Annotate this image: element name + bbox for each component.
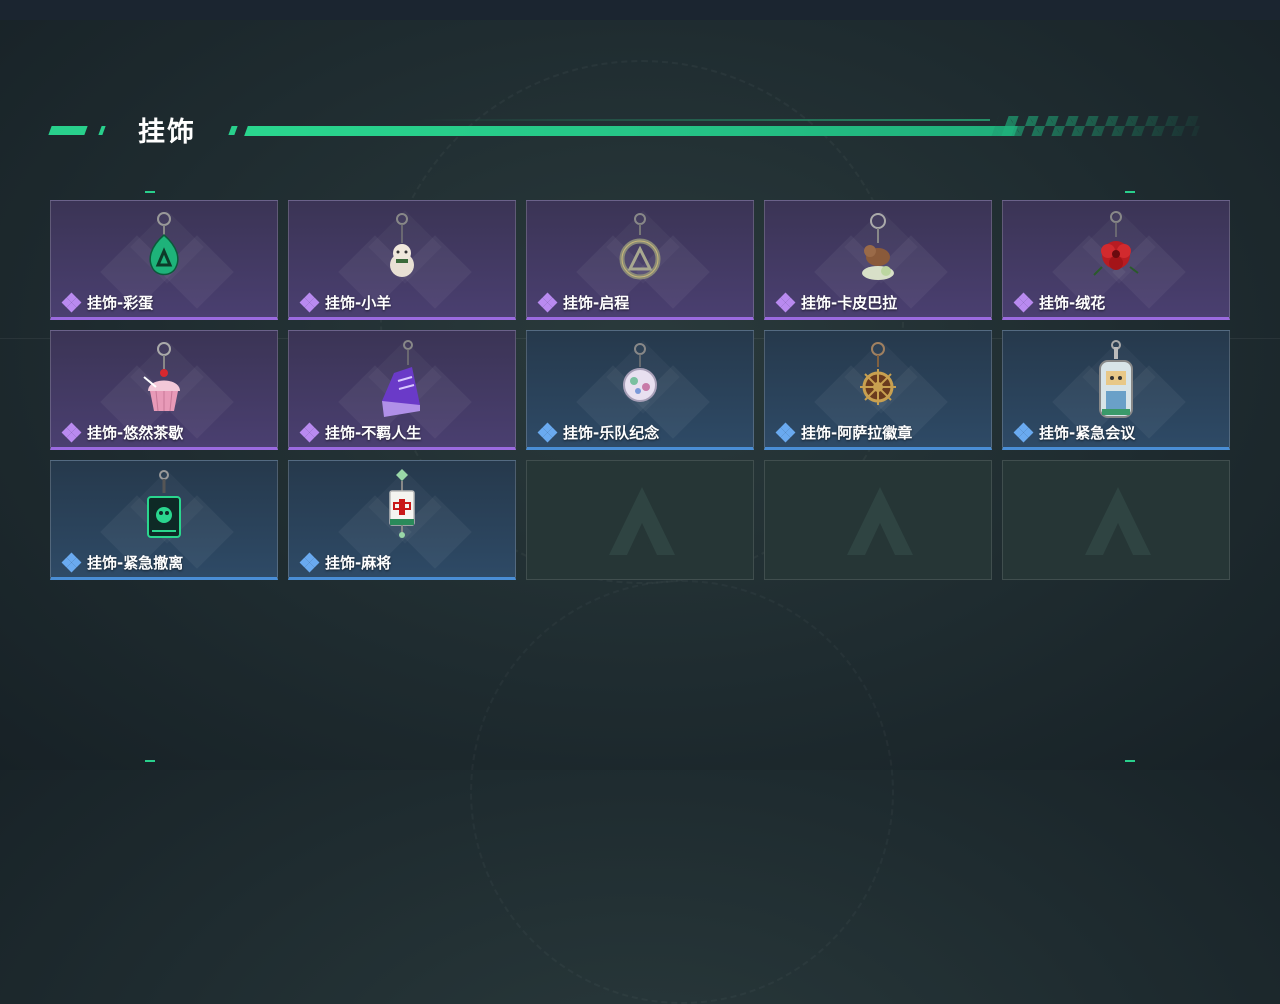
charm-name: 挂饰-麻将	[325, 554, 392, 572]
badge-charm-icon	[623, 343, 657, 402]
card-label: 挂饰-悠然茶歇	[61, 422, 183, 443]
header-accent	[48, 126, 88, 135]
rarity-diamond-icon	[61, 552, 83, 572]
charm-name: 挂饰-悠然茶歇	[87, 424, 184, 442]
charm-card[interactable]: 挂饰-麻将	[288, 460, 516, 580]
sneaker-charm-icon	[382, 340, 420, 417]
header-accent	[98, 126, 106, 135]
charm-name: 挂饰-彩蛋	[87, 294, 154, 312]
corner-tick	[1125, 760, 1135, 762]
robot-charm-icon	[1099, 340, 1133, 418]
background-decoration	[470, 580, 894, 1004]
charm-name: 挂饰-乐队纪念	[563, 424, 660, 442]
charm-card[interactable]: 挂饰-紧急撤离	[50, 460, 278, 580]
card-label: 挂饰-小羊	[299, 292, 391, 313]
card-label: 挂饰-绒花	[1013, 292, 1105, 313]
card-label: 挂饰-紧急会议	[1013, 422, 1135, 443]
corner-tick	[145, 191, 155, 193]
card-label: 挂饰-卡皮巴拉	[775, 292, 897, 313]
rarity-diamond-icon	[61, 292, 83, 312]
charm-name: 挂饰-紧急会议	[1039, 424, 1136, 442]
charm-name: 挂饰-紧急撤离	[87, 554, 184, 572]
card-label: 挂饰-紧急撤离	[61, 552, 183, 573]
game-logo-icon	[609, 487, 675, 555]
corner-tick	[1125, 191, 1135, 193]
rarity-diamond-icon	[775, 292, 797, 312]
top-bar	[0, 0, 1280, 20]
header-bar	[244, 126, 1018, 136]
charm-card[interactable]: 挂饰-乐队纪念	[526, 330, 754, 450]
card-label: 挂饰-乐队纪念	[537, 422, 659, 443]
rarity-diamond-icon	[537, 292, 559, 312]
card-label: 挂饰-麻将	[299, 552, 391, 573]
rarity-diamond-icon	[299, 292, 321, 312]
charm-card[interactable]: 挂饰-紧急会议	[1002, 330, 1230, 450]
rarity-diamond-icon	[61, 422, 83, 442]
charm-card[interactable]: 挂饰-阿萨拉徽章	[764, 330, 992, 450]
charm-name: 挂饰-小羊	[325, 294, 392, 312]
capybara-charm-icon	[862, 213, 894, 280]
rarity-diamond-icon	[537, 422, 559, 442]
charm-card[interactable]: 挂饰-小羊	[288, 200, 516, 320]
game-logo-icon	[1085, 487, 1151, 555]
game-logo-icon	[847, 487, 913, 555]
charm-grid: 挂饰-彩蛋 挂饰-小羊 挂饰-启程 挂饰-卡皮巴拉 挂饰-绒花挂饰-悠然茶歇 挂饰-不羁人…	[50, 200, 1230, 580]
charm-name: 挂饰-卡皮巴拉	[801, 294, 898, 312]
charm-name: 挂饰-启程	[563, 294, 630, 312]
green-box-charm-icon	[147, 470, 181, 538]
section-title: 挂饰	[138, 117, 196, 148]
card-label: 挂饰-彩蛋	[61, 292, 153, 313]
charm-card[interactable]: 挂饰-绒花	[1002, 200, 1230, 320]
charm-card[interactable]: 挂饰-启程	[526, 200, 754, 320]
empty-slot	[526, 460, 754, 580]
charm-card[interactable]: 挂饰-悠然茶歇	[50, 330, 278, 450]
mahjong-tile-charm-icon	[389, 469, 415, 538]
empty-slot	[764, 460, 992, 580]
card-label: 挂饰-启程	[537, 292, 629, 313]
header-checker-pattern	[991, 116, 1204, 136]
green-egg-charm-icon	[149, 212, 179, 276]
section-header: 挂饰	[48, 108, 1210, 148]
sheep-charm-icon	[390, 213, 414, 277]
empty-slot	[1002, 460, 1230, 580]
rarity-diamond-icon	[775, 422, 797, 442]
red-flower-charm-icon	[1093, 211, 1139, 276]
card-label: 挂饰-不羁人生	[299, 422, 421, 443]
header-accent	[228, 126, 238, 135]
card-label: 挂饰-阿萨拉徽章	[775, 422, 912, 443]
charm-card[interactable]: 挂饰-彩蛋	[50, 200, 278, 320]
ship-wheel-charm-icon	[860, 342, 896, 405]
charm-name: 挂饰-阿萨拉徽章	[801, 424, 913, 442]
charm-card[interactable]: 挂饰-不羁人生	[288, 330, 516, 450]
charm-name: 挂饰-不羁人生	[325, 424, 422, 442]
charm-name: 挂饰-绒花	[1039, 294, 1106, 312]
rarity-diamond-icon	[299, 422, 321, 442]
rarity-diamond-icon	[1013, 292, 1035, 312]
header-line	[420, 119, 990, 121]
ring-logo-charm-icon	[619, 213, 661, 280]
rarity-diamond-icon	[1013, 422, 1035, 442]
rarity-diamond-icon	[299, 552, 321, 572]
corner-tick	[145, 760, 155, 762]
cupcake-charm-icon	[143, 342, 180, 412]
charm-card[interactable]: 挂饰-卡皮巴拉	[764, 200, 992, 320]
